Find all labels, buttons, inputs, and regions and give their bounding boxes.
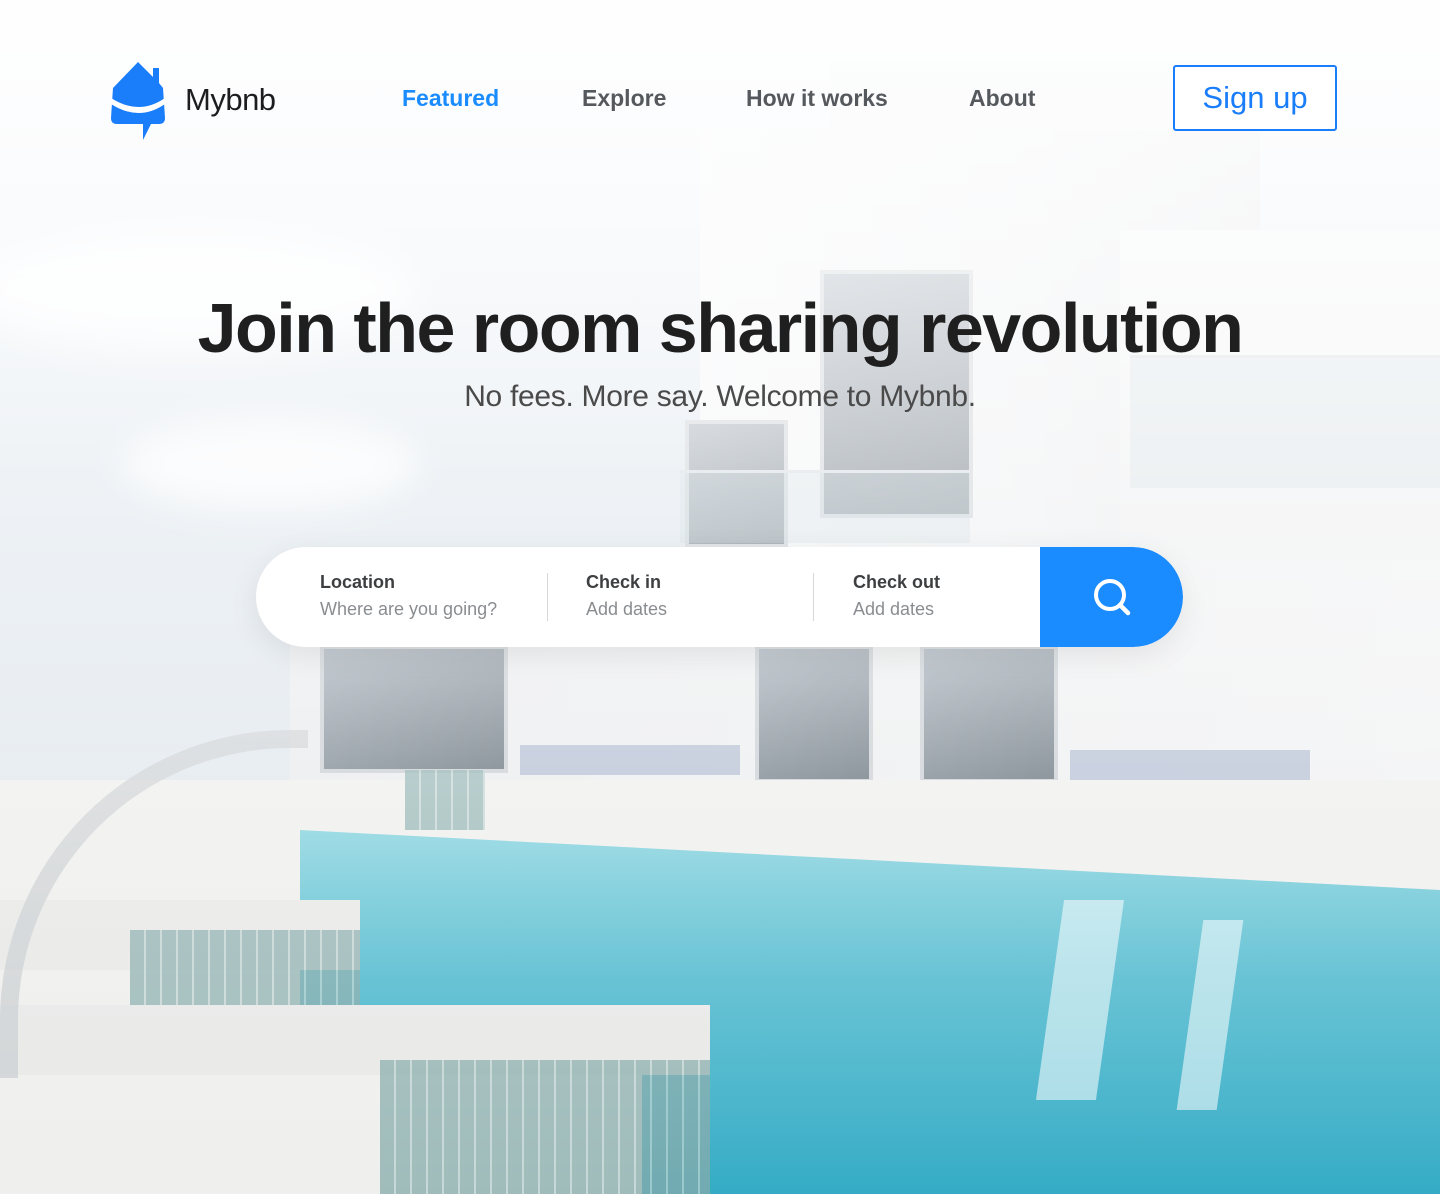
search-button[interactable]: [1040, 547, 1183, 647]
check-out-input[interactable]: Add dates: [853, 599, 940, 620]
field-divider: [547, 573, 548, 621]
brand-name: Mybnb: [185, 82, 276, 117]
field-divider: [813, 573, 814, 621]
nav-about[interactable]: About: [969, 85, 1035, 112]
hero-title: Join the room sharing revolution: [197, 289, 1244, 367]
location-label: Location: [320, 572, 395, 592]
check-out-label: Check out: [853, 572, 941, 592]
location-field[interactable]: Location Where are you going?: [320, 572, 497, 620]
house-chat-icon: [111, 62, 165, 140]
check-out-field[interactable]: Check out Add dates: [853, 572, 940, 620]
search-icon: [1093, 579, 1130, 616]
nav-explore[interactable]: Explore: [582, 85, 666, 112]
nav-featured[interactable]: Featured: [402, 85, 499, 112]
check-in-label: Check in: [586, 572, 662, 592]
check-in-input[interactable]: Add dates: [586, 599, 667, 620]
location-input[interactable]: Where are you going?: [320, 599, 497, 620]
nav-how-it-works[interactable]: How it works: [746, 85, 888, 112]
sign-up-button[interactable]: Sign up: [1173, 65, 1337, 131]
hero-subtitle: No fees. More say. Welcome to Mybnb.: [464, 380, 976, 413]
check-in-field[interactable]: Check in Add dates: [586, 572, 667, 620]
search-bar: Location Where are you going? Check in A…: [256, 547, 1183, 647]
brand-logo[interactable]: Mybnb: [109, 60, 276, 140]
